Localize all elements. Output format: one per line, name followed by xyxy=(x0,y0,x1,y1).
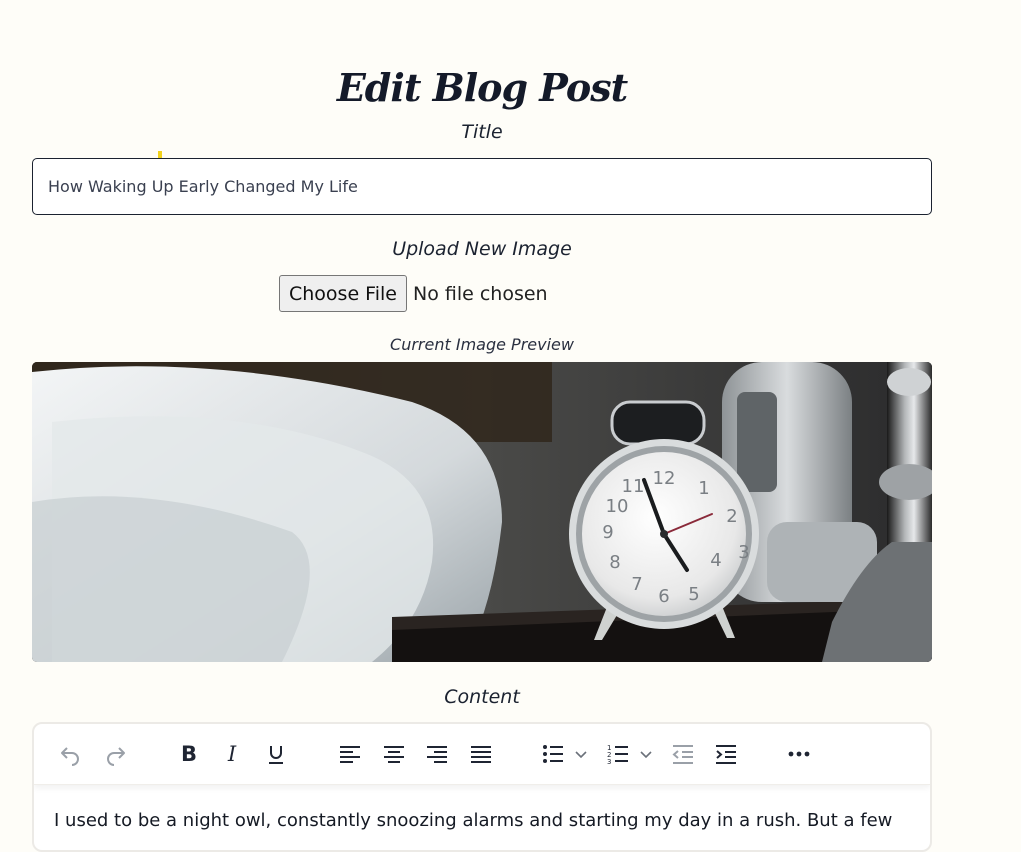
svg-text:8: 8 xyxy=(609,552,620,573)
title-label: Title xyxy=(461,121,503,143)
bullet-list-icon[interactable] xyxy=(539,738,589,770)
svg-text:12: 12 xyxy=(653,468,676,489)
title-input[interactable] xyxy=(32,158,932,215)
underline-icon[interactable] xyxy=(260,738,292,770)
svg-text:10: 10 xyxy=(606,496,629,517)
svg-text:3: 3 xyxy=(738,542,749,563)
editor-content[interactable]: I used to be a night owl, constantly sno… xyxy=(34,785,930,835)
svg-text:7: 7 xyxy=(631,574,642,595)
align-right-icon[interactable] xyxy=(421,738,453,770)
svg-text:4: 4 xyxy=(710,550,721,571)
numbered-list-icon[interactable]: 123 xyxy=(604,738,654,770)
redo-icon[interactable] xyxy=(100,738,132,770)
page-title: Edit Blog Post xyxy=(336,65,628,111)
file-status: No file chosen xyxy=(412,282,548,305)
svg-text:3: 3 xyxy=(607,758,611,766)
svg-text:1: 1 xyxy=(698,478,709,499)
align-left-icon[interactable] xyxy=(334,738,366,770)
outdent-icon[interactable] xyxy=(667,738,699,770)
align-justify-icon[interactable] xyxy=(465,738,497,770)
undo-icon[interactable] xyxy=(54,738,86,770)
svg-text:11: 11 xyxy=(622,476,645,497)
choose-file-button[interactable]: Choose File xyxy=(279,275,407,312)
svg-text:B: B xyxy=(181,742,197,766)
preview-caption: Current Image Preview xyxy=(390,335,574,354)
align-center-icon[interactable] xyxy=(378,738,410,770)
more-icon[interactable] xyxy=(783,738,815,770)
svg-text:5: 5 xyxy=(688,584,699,605)
indent-icon[interactable] xyxy=(710,738,742,770)
file-input[interactable]: Choose File No file chosen xyxy=(279,275,548,312)
svg-text:2: 2 xyxy=(726,506,737,527)
svg-text:9: 9 xyxy=(602,522,613,543)
svg-text:I: I xyxy=(227,742,237,766)
upload-label: Upload New Image xyxy=(392,238,572,260)
svg-text:6: 6 xyxy=(658,586,669,607)
image-preview: 12 1 2 3 4 5 6 7 8 9 10 11 xyxy=(32,362,932,662)
italic-icon[interactable]: I xyxy=(216,738,248,770)
rich-text-editor[interactable]: B I 123 I used to be a night owl, consta… xyxy=(32,722,932,852)
content-label: Content xyxy=(444,686,520,708)
editor-toolbar: B I 123 xyxy=(34,724,930,785)
bold-icon[interactable]: B xyxy=(173,738,205,770)
